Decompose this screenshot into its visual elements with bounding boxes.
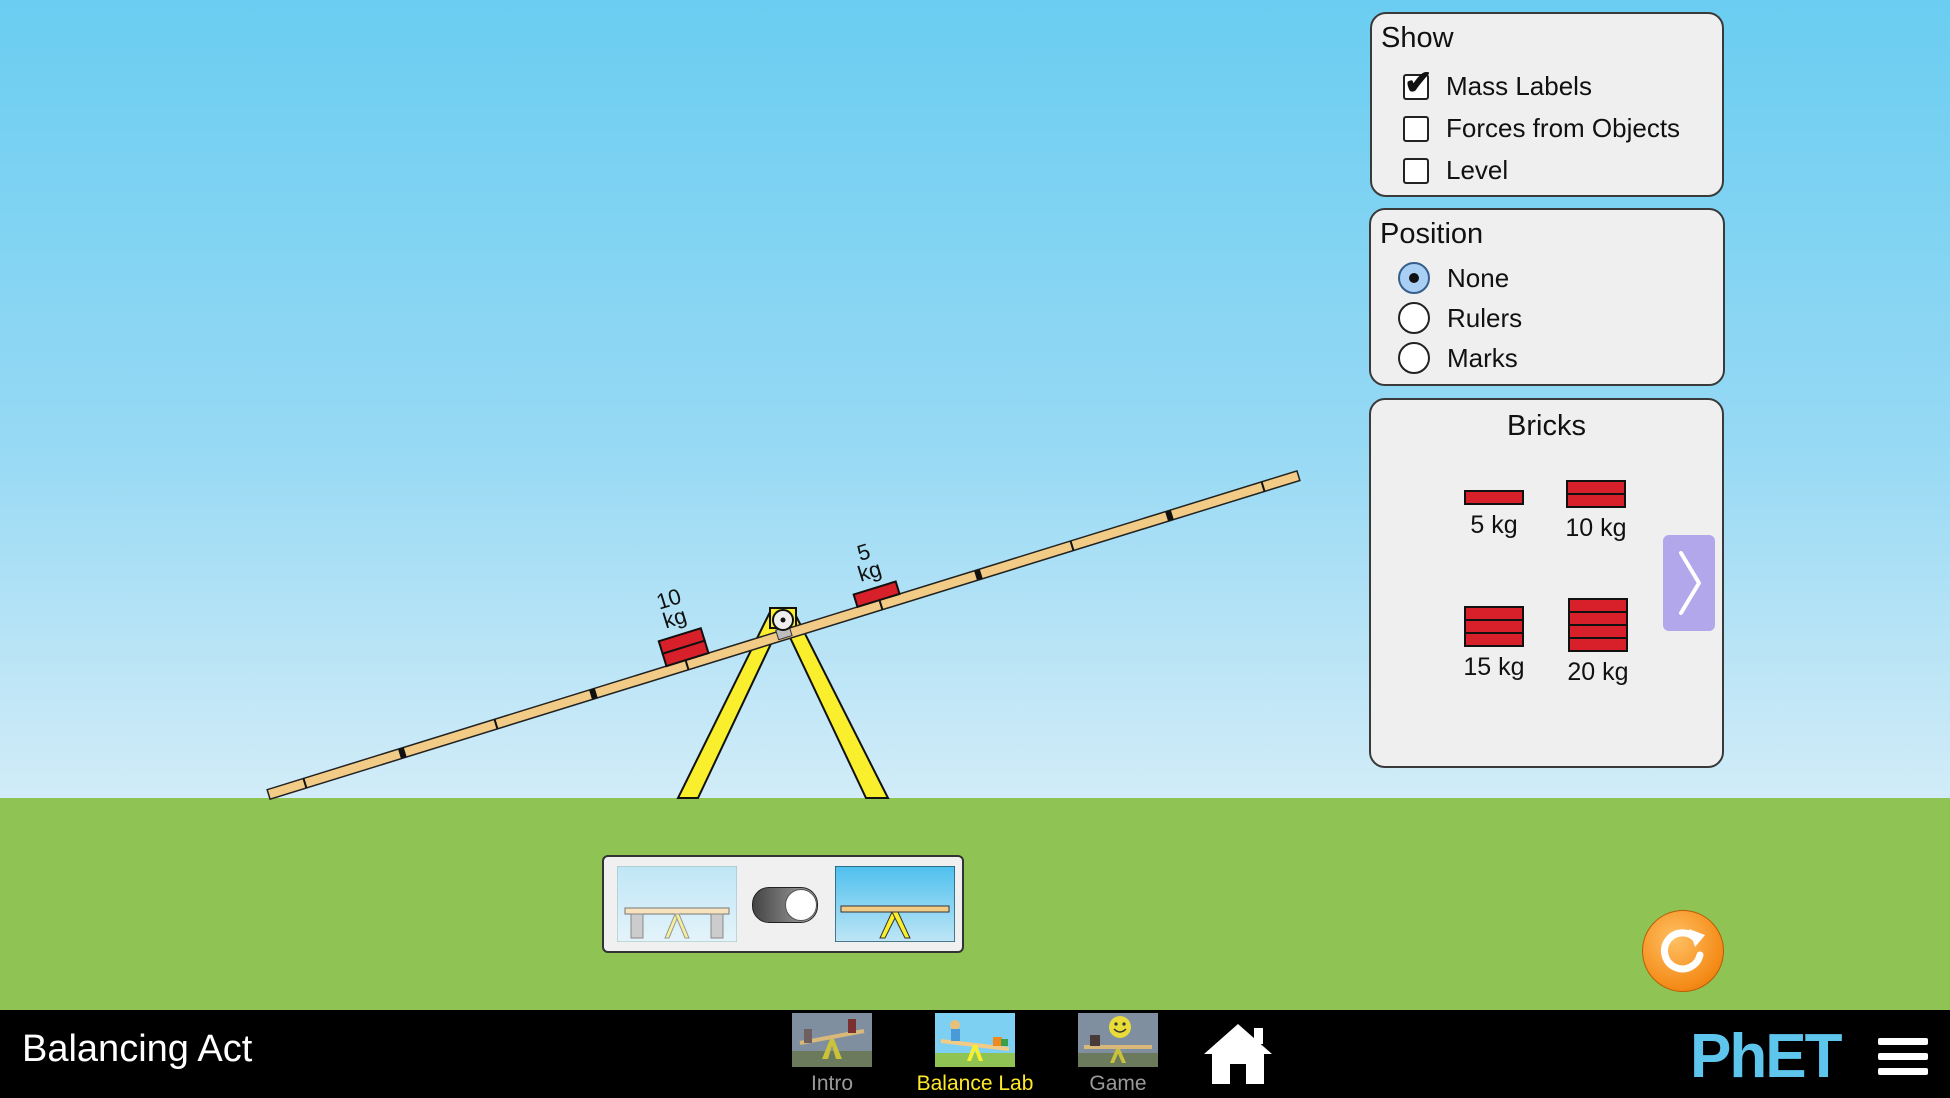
tab-balance-lab-label: Balance Lab (916, 1072, 1034, 1095)
plank-brick-10kg[interactable]: 10kg (644, 580, 710, 668)
brick-10kg[interactable]: 10 kg (1556, 480, 1636, 543)
plank-brick-5kg[interactable]: 5kg (839, 534, 901, 609)
brick-15kg-label: 15 kg (1463, 653, 1525, 681)
home-icon (1204, 1024, 1272, 1084)
toggle-thumb[interactable] (785, 889, 817, 921)
brick-20kg[interactable]: 20 kg (1558, 598, 1638, 687)
tab-game[interactable]: Game (1048, 1010, 1188, 1098)
mass-labels-label: Mass Labels (1446, 71, 1592, 101)
brick-15kg[interactable]: 15 kg (1454, 606, 1534, 682)
position-marks-radio[interactable]: Marks (1398, 342, 1518, 374)
brick-layer (1568, 637, 1628, 652)
chevron-right-icon (1679, 551, 1701, 615)
brick-layer (1464, 490, 1524, 505)
bricks-next-button[interactable] (1663, 535, 1715, 631)
position-none-radio[interactable]: None (1398, 262, 1509, 294)
intro-screen-icon (792, 1013, 872, 1067)
menu-line (1878, 1068, 1928, 1075)
reset-icon (1661, 929, 1705, 973)
brick-5kg-label: 5 kg (1470, 511, 1518, 539)
reset-all-button[interactable] (1642, 910, 1724, 992)
checkbox-box[interactable] (1403, 115, 1429, 142)
supports-image[interactable] (617, 866, 737, 942)
brick-20kg-label: 20 kg (1567, 658, 1629, 686)
phet-logo[interactable]: PhET (1690, 1026, 1842, 1088)
show-panel-title: Show (1381, 22, 1454, 54)
checkmark-icon: ✔ (1404, 63, 1433, 102)
position-panel: Position None Rulers Marks (1369, 208, 1725, 386)
support-toggle-panel (602, 855, 964, 953)
forces-from-objects-label: Forces from Objects (1446, 113, 1681, 143)
app-title: Balancing Act (22, 1028, 253, 1070)
position-marks-label: Marks (1447, 342, 1518, 373)
hamburger-menu-button[interactable] (1878, 1038, 1928, 1078)
position-rulers-label: Rulers (1447, 302, 1523, 333)
show-panel: Show ✔ Mass Labels Forces from Objects L… (1370, 12, 1724, 197)
position-rulers-radio[interactable]: Rulers (1398, 302, 1522, 334)
support-toggle-switch[interactable] (752, 887, 818, 923)
home-button[interactable] (1200, 1020, 1276, 1093)
brick-mass-unit: kg (660, 603, 690, 634)
plank[interactable]: 10kg 5kg (245, 398, 1301, 801)
tab-balance-lab[interactable]: Balance Lab (905, 1010, 1045, 1098)
forces-from-objects-checkbox[interactable]: Forces from Objects (1403, 113, 1680, 144)
navigation-bar: Balancing Act Intro Balance Lab Game PhE… (0, 1010, 1950, 1098)
fulcrum-right-leg (776, 611, 890, 799)
radio-button[interactable] (1398, 302, 1430, 334)
hamburger-menu-icon (1878, 1038, 1928, 1045)
radio-button[interactable] (1398, 342, 1430, 374)
brick-mass-unit: kg (855, 556, 885, 587)
tab-intro-label: Intro (810, 1072, 854, 1095)
checkbox-box[interactable] (1403, 157, 1429, 184)
position-none-label: None (1447, 262, 1510, 293)
no-supports-image[interactable] (835, 866, 955, 942)
position-panel-title: Position (1380, 218, 1484, 250)
tab-intro[interactable]: Intro (762, 1010, 902, 1098)
radio-dot (1409, 273, 1419, 283)
brick-layer (1566, 493, 1626, 508)
level-label: Level (1446, 155, 1509, 185)
pivot-center (780, 617, 786, 623)
brick-10kg-label: 10 kg (1565, 514, 1627, 542)
mass-labels-checkbox[interactable]: ✔ Mass Labels (1403, 66, 1592, 102)
radio-button[interactable] (1398, 262, 1430, 294)
level-checkbox[interactable]: Level (1403, 155, 1508, 186)
game-screen-icon (1078, 1013, 1158, 1067)
bricks-panel-title: Bricks (1507, 410, 1586, 442)
menu-line (1878, 1053, 1928, 1060)
checkbox-box[interactable]: ✔ (1403, 66, 1433, 100)
balance-lab-screen-icon (935, 1013, 1015, 1067)
sim-scene: 10 kg 5 kg Show ✔ Mass Labels Forces from O… (0, 0, 1950, 1010)
brick-5kg[interactable]: 5 kg (1454, 490, 1534, 540)
tab-game-label: Game (1089, 1072, 1147, 1095)
brick-layer (1464, 632, 1524, 647)
